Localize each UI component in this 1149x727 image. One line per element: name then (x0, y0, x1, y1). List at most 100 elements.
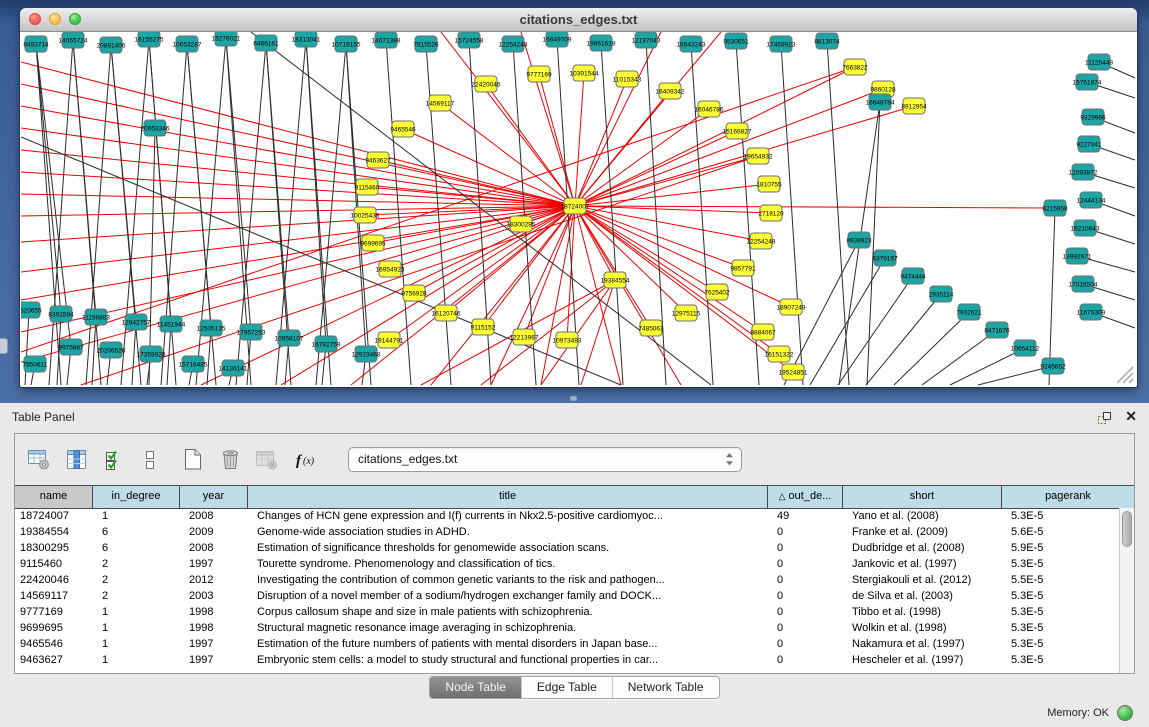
graph-node[interactable]: 14671388 (372, 32, 401, 48)
citation-network-graph[interactable]: 8493714140557242089140616155275106532871… (21, 32, 1136, 386)
graph-node[interactable]: 9884067 (750, 324, 776, 340)
graph-node[interactable]: 20053346 (141, 120, 170, 136)
graph-node[interactable]: 12444134 (1077, 192, 1106, 208)
table-row[interactable]: 1872400712008Changes of HCN gene express… (15, 508, 1119, 524)
network-canvas[interactable]: 8493714140557242089140616155275106532871… (21, 32, 1136, 386)
network-view-window[interactable]: citations_edges.txt 84937141405572420891… (20, 8, 1137, 387)
tab-node-table[interactable]: Node Table (430, 677, 521, 698)
graph-node[interactable]: 22420046 (472, 76, 501, 92)
table-row[interactable]: 946362711997Embryonic stem cells: a mode… (15, 652, 1119, 668)
graph-node[interactable]: 16409342 (656, 83, 685, 99)
graph-node[interactable]: 12213967 (510, 329, 539, 345)
graph-node[interactable]: 9329966 (1080, 109, 1106, 125)
graph-node[interactable]: 13992971 (1063, 248, 1092, 264)
graph-node[interactable]: 15166827 (723, 123, 752, 139)
graph-node[interactable]: 6466161 (253, 35, 279, 51)
graph-node[interactable]: 9975887 (58, 339, 84, 355)
table-row[interactable]: 911546021997Tourette syndrome. Phenomeno… (15, 556, 1119, 572)
table-row[interactable]: 1938455462009Genome-wide association stu… (15, 524, 1119, 540)
graph-node[interactable]: 10654112 (1011, 340, 1040, 356)
graph-node[interactable]: 20891406 (97, 37, 126, 53)
table-row[interactable]: 946554611997Estimation of the future num… (15, 636, 1119, 652)
tab-network-table[interactable]: Network Table (612, 677, 719, 698)
graph-node[interactable]: 16210643 (1071, 220, 1100, 236)
graph-node[interactable]: 8813074 (814, 33, 840, 49)
graph-node[interactable]: 12254243 (499, 36, 528, 52)
graph-node[interactable]: 15724558 (455, 32, 484, 48)
rows-button[interactable] (137, 447, 163, 473)
graph-node[interactable]: 9530651 (723, 33, 749, 49)
graph-node[interactable]: 9115460 (355, 179, 380, 195)
graph-node[interactable]: 16155275 (135, 32, 164, 47)
graph-node[interactable]: 2935114 (929, 286, 954, 302)
graph-node[interactable]: 16782759 (312, 336, 341, 352)
graph-node[interactable]: 9465546 (390, 121, 416, 137)
graph-node[interactable]: 10958107 (275, 330, 304, 346)
graph-node[interactable]: 16151322 (765, 346, 794, 362)
graph-node[interactable]: 7625402 (704, 284, 730, 300)
graph-node[interactable]: 11125448 (1085, 54, 1113, 70)
graph-node[interactable]: 17016504 (1069, 276, 1098, 292)
graph-node[interactable]: 6379197 (872, 250, 898, 266)
graph-node[interactable]: 18907249 (777, 299, 806, 315)
table-row[interactable]: 977716911998Corpus callosum shape and si… (15, 604, 1119, 620)
close-panel-icon[interactable]: ✕ (1125, 408, 1137, 425)
graph-node[interactable]: 9857791 (730, 260, 756, 276)
column-header-in_degree[interactable]: in_degree (93, 486, 180, 508)
graph-node[interactable]: 18300295 (507, 216, 536, 232)
graph-node[interactable]: 8912954 (901, 98, 927, 114)
graph-node[interactable]: 10973493 (553, 332, 582, 348)
column-header-title[interactable]: title (248, 486, 768, 508)
scrollbar-thumb[interactable] (1122, 511, 1132, 547)
graph-node[interactable]: 9756928 (401, 285, 427, 301)
graph-node[interactable]: 8493714 (23, 36, 49, 52)
graph-node[interactable]: 7485063 (638, 320, 664, 336)
table-header-row[interactable]: namein_degreeyeartitle△out_de...shortpag… (15, 485, 1134, 509)
graph-node[interactable]: 12197043 (632, 32, 661, 48)
graph-node[interactable]: 20206526 (97, 342, 126, 358)
graph-node[interactable]: 12923468 (352, 346, 381, 362)
column-header-short[interactable]: short (843, 486, 1002, 508)
column-header-name[interactable]: name (15, 486, 93, 508)
graph-node[interactable]: 7815526 (413, 36, 439, 52)
graph-node[interactable]: 12942757 (122, 314, 151, 330)
graph-node[interactable]: 10653287 (173, 36, 202, 52)
graph-node[interactable]: 12975115 (672, 305, 701, 321)
graph-node[interactable]: 9245652 (1040, 358, 1066, 374)
graph-node[interactable]: 18313041 (292, 32, 321, 47)
graph-node[interactable]: 12254248 (747, 233, 776, 249)
graph-node[interactable]: 12093872 (1069, 164, 1098, 180)
table-scrollbar[interactable] (1119, 508, 1134, 673)
select-columns-button[interactable] (100, 447, 126, 473)
graph-node[interactable]: 14569117 (426, 95, 455, 111)
show-column-button[interactable] (63, 447, 89, 473)
graph-node[interactable]: 14136141 (219, 360, 248, 376)
graph-node[interactable]: 10719155 (332, 36, 361, 52)
graph-node[interactable]: 19654932 (744, 148, 773, 164)
graph-node[interactable]: 16649709 (543, 32, 572, 47)
graph-node[interactable]: 1810755 (756, 176, 782, 192)
window-titlebar[interactable]: citations_edges.txt (20, 8, 1137, 32)
graph-node[interactable]: 16954923 (376, 261, 405, 277)
table-row[interactable]: 1830029562008Estimation of significance … (15, 540, 1119, 556)
table-row[interactable]: 1456911722003Disruption of a novel membe… (15, 588, 1119, 604)
graph-node[interactable]: 16120746 (432, 305, 461, 321)
table-selector-dropdown[interactable]: citations_edges.txt (348, 447, 742, 472)
graph-node[interactable]: 16543243 (677, 36, 706, 52)
graph-node[interactable]: 19144791 (375, 332, 404, 348)
panel-splitter-handle[interactable] (570, 396, 577, 401)
graph-node[interactable]: 9227341 (1076, 136, 1102, 152)
graph-node[interactable]: 8391594 (48, 306, 74, 322)
delete-table-button[interactable] (217, 447, 243, 473)
graph-node[interactable]: 16046786 (695, 101, 724, 117)
graph-node[interactable]: 12505135 (197, 320, 226, 336)
table-row[interactable]: 969969511998Structural magnetic resonanc… (15, 620, 1119, 636)
graph-node[interactable]: 16648784 (866, 94, 895, 110)
graph-node[interactable]: 2620655 (21, 302, 42, 318)
graph-node[interactable]: 11015343 (613, 71, 642, 87)
new-table-button[interactable] (180, 447, 206, 473)
table-row[interactable]: 2242004622012Investigating the contribut… (15, 572, 1119, 588)
column-header-out_de[interactable]: △out_de... (768, 486, 843, 508)
graph-node[interactable]: 17359928 (137, 346, 166, 362)
graph-node[interactable]: 9777169 (526, 66, 552, 82)
